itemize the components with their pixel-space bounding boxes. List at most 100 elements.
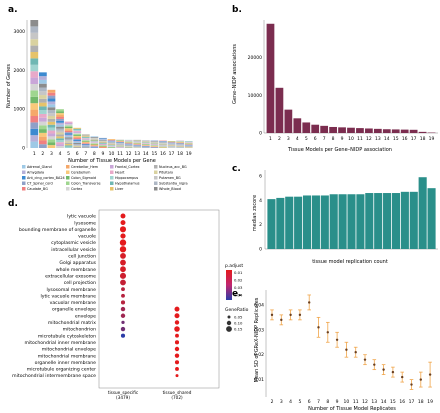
panel-a-bar-segment [56, 115, 64, 117]
panel-a-bar-segment [90, 143, 99, 144]
panel-d-dot [119, 272, 127, 279]
panel-a-bar-segment [73, 144, 82, 146]
panel-a-legend-item: Whole_Blood [159, 187, 181, 191]
panel-e-point [308, 301, 311, 304]
panel-e-xtick: 7 [317, 399, 320, 405]
panel-e-point [280, 318, 283, 322]
panel-b-xtick: 18 [420, 136, 426, 142]
panel-a-bar-segment [81, 138, 90, 140]
panel-a-bar-segment [47, 92, 56, 96]
panel-e-errorbar-chart: e. Mean SD of GReX-NIDP Replicates 0.01 0… [232, 289, 433, 412]
panel-d-term-label: vacuolar membrane [50, 300, 97, 306]
panel-d-dot [174, 326, 180, 332]
panel-a-bar-segment [64, 141, 73, 143]
panel-a-bar-segment [90, 144, 99, 146]
panel-a-bar-segment [99, 138, 107, 139]
gene-ratio-legend-value: 0.05 [234, 315, 243, 320]
panel-a-bar-segment [56, 122, 64, 125]
panel-a-bar-segment [81, 136, 90, 138]
panel-a-bar-segment [38, 72, 47, 77]
panel-a-xtick: 15 [152, 151, 158, 157]
panel-a-bar-segment [38, 110, 47, 114]
panel-a-legend-item: Nucleus_acc_BG [159, 165, 187, 169]
panel-a-bar-segment [99, 145, 107, 147]
panel-a-bar-segment [38, 91, 47, 96]
panel-c-ytick: 6 [259, 174, 262, 180]
panel-e-xlabel: Number of Tissue Model Replicates [308, 406, 396, 412]
panel-a-bar-segment [90, 140, 99, 142]
panel-a-bar-segment [81, 134, 90, 135]
panel-e-xtick: 15 [390, 399, 396, 405]
panel-d-dot [121, 320, 125, 325]
panel-a-bar-segment [81, 136, 90, 137]
panel-a-bar-segment [47, 127, 56, 131]
panel-a-xtick: 18 [177, 151, 183, 157]
panel-a-bar-segment [30, 90, 39, 97]
panel-c-ytick: 0 [259, 247, 262, 253]
panel-b-bar [302, 122, 311, 133]
panel-a-bar-segment [90, 141, 99, 143]
panel-e-xtick: 9 [336, 399, 339, 405]
panel-a-bar-segment [81, 137, 90, 139]
panel-a-bar-segment [30, 116, 39, 123]
panel-e-xtick: 13 [371, 399, 377, 405]
panel-a-bar-segment [73, 137, 82, 139]
panel-a-bar-segment [81, 147, 90, 148]
panel-a-bar-segment [56, 128, 64, 131]
panel-a-bar-segment [81, 141, 90, 143]
panel-a-bar-segment [64, 146, 73, 148]
panel-e-ytick: 0.02 [254, 352, 264, 358]
panel-a-bar-chart: a. Number of Genes 0100020003000 1234567… [6, 5, 193, 191]
panel-a-legend-item: Pituitary [159, 171, 173, 175]
panel-a-bar-segment [64, 140, 73, 142]
panel-a-legend-item: Cortex [71, 187, 82, 191]
panel-a-ytick: 1000 [14, 107, 26, 113]
panel-e-point [373, 363, 376, 366]
panel-a-bar-segment [81, 141, 90, 142]
panel-a-bar-segment [38, 83, 47, 88]
panel-a-bar-segment [56, 134, 64, 137]
panel-e-point [382, 368, 385, 371]
panel-d-dot [119, 239, 127, 246]
panel-a-bar-segment [47, 95, 56, 99]
panel-b-xtick: 4 [296, 136, 299, 142]
panel-a-legend-item: Frontal_Cortex [115, 165, 140, 169]
panel-a-xtick: 5 [67, 151, 70, 157]
panel-a-xtick: 9 [101, 151, 104, 157]
panel-d-term-label: mitochondrial intermembrane space [12, 373, 96, 379]
panel-d-dot [120, 253, 126, 259]
panel-b-bar [365, 128, 373, 133]
panel-a-legend-swatch [154, 176, 158, 180]
panel-e-point [354, 351, 357, 354]
panel-a-bar-segment [64, 121, 73, 123]
panel-a-bar-segment [30, 103, 39, 110]
panel-e-xtick: 12 [362, 399, 368, 405]
panel-b-bar [418, 131, 427, 133]
panel-a-bar-segment [56, 111, 64, 114]
panel-a-bar-segment [38, 102, 47, 107]
panel-a-label: a. [8, 5, 18, 15]
panel-a-legend-swatch [154, 165, 158, 169]
panel-a-legend-swatch [154, 170, 158, 174]
panel-d-dot [174, 353, 180, 358]
panel-a-bar-segment [30, 96, 39, 104]
panel-a-bar-segment [99, 147, 107, 148]
panel-a-bar-segment [38, 113, 47, 118]
panel-c-bar [409, 191, 418, 249]
panel-b-bar [284, 109, 293, 133]
panel-c-bar [400, 191, 409, 249]
panel-e-xtick: 4 [289, 399, 292, 405]
panel-a-bar-segment [90, 138, 99, 139]
panel-a-bar-segment [64, 138, 73, 141]
panel-d-xcat: (702) [171, 395, 183, 400]
panel-a-bar-segment [30, 58, 39, 65]
panel-e-label: e. [232, 289, 242, 299]
panel-a-legend-item: Cerebellum [71, 171, 91, 175]
panel-a-bar-segment [99, 143, 107, 144]
panel-d-term-label: mitochondrial membrane [38, 353, 96, 359]
panel-a-legend-swatch [110, 176, 114, 180]
gene-ratio-legend-title: GeneRatio [225, 307, 249, 313]
panel-a-xtick: 16 [160, 151, 166, 157]
panel-a-bar-segment [90, 141, 99, 142]
panel-a-bar-segment [47, 139, 56, 143]
